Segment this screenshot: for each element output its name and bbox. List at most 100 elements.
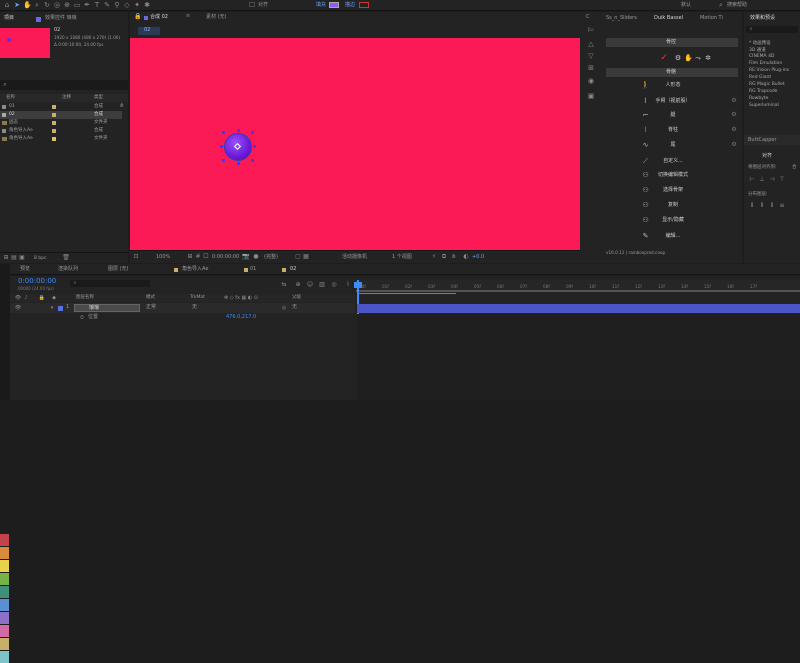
effects-category[interactable]: Red Giant xyxy=(749,75,771,80)
text-tool-icon[interactable]: T xyxy=(93,1,101,9)
duik-button-duplicate[interactable]: ⚇ 复制 xyxy=(608,200,738,210)
rectangle-tool-icon[interactable]: ▭ xyxy=(73,1,81,9)
tab-comp-01[interactable]: 01 xyxy=(250,265,256,274)
graph-editor-icon[interactable]: ⌇ xyxy=(344,281,352,289)
exposure-value[interactable]: +0.0 xyxy=(472,253,484,262)
bounding-box-handle[interactable] xyxy=(251,159,254,162)
duik-button-custom[interactable]: ⟋ 自定义... xyxy=(608,156,738,166)
tab-composition[interactable]: 合成 02 xyxy=(150,13,168,22)
duik-button-spine[interactable]: ⦚ 脊柱 ⚙ xyxy=(608,125,738,135)
settings-icon[interactable]: ⚙ xyxy=(730,125,738,135)
bounding-box-handle[interactable] xyxy=(237,129,240,132)
tab-close-icon[interactable]: ≡ xyxy=(186,13,190,19)
align-top-icon[interactable]: ⊤ xyxy=(778,176,786,184)
eye-icon[interactable]: 👁 xyxy=(14,304,22,312)
tab-comp-02[interactable]: 02 xyxy=(290,265,296,274)
bounding-box-handle[interactable] xyxy=(237,162,240,165)
snapshot-icon[interactable]: 📷 xyxy=(242,253,250,261)
expand-arrow-icon[interactable]: ▾ xyxy=(48,304,56,312)
tab-layer[interactable]: 图层 (无) xyxy=(108,265,129,274)
duik-button-tail[interactable]: ∿ 尾 ⚙ xyxy=(608,140,738,150)
stopwatch-icon[interactable]: ⏱ xyxy=(78,314,86,322)
align-left-icon[interactable]: ⊨ xyxy=(587,26,595,34)
arrow-down-icon[interactable]: ▽ xyxy=(587,52,595,60)
project-row[interactable]: 角色导入Ae 文件夹 xyxy=(0,135,122,143)
motion-blur-icon[interactable]: ◎ xyxy=(330,281,338,289)
fill-swatch[interactable] xyxy=(329,2,339,8)
snap-checkbox-icon[interactable]: ☐ xyxy=(248,1,256,9)
rig-tool-icon[interactable]: ✋ xyxy=(684,54,693,62)
project-row[interactable]: 01 合成 xyxy=(0,103,122,111)
duik-button-person[interactable]: 🚶 人形态 xyxy=(608,80,738,90)
project-row[interactable]: 固态 文件夹 xyxy=(0,119,122,127)
workspace-default-label[interactable]: 默认 xyxy=(681,1,691,10)
resolution-dropdown[interactable]: (完整) xyxy=(264,253,278,262)
column-parent[interactable]: 父级 xyxy=(292,294,301,302)
tab-project[interactable]: 项目 xyxy=(4,14,14,23)
tab-effects-presets[interactable]: 效果和预设 xyxy=(750,14,775,23)
layer-duration-bar[interactable] xyxy=(357,304,800,313)
show-channel-icon[interactable]: ● xyxy=(252,253,260,261)
layer-parent-dropdown[interactable]: 无 xyxy=(292,303,297,312)
timeline-search-input[interactable]: ⌕ xyxy=(70,280,150,287)
fast-preview-icon[interactable]: ⚡ xyxy=(430,253,438,261)
duik-button-toggle-edit[interactable]: ⚇ 切换编辑模式 xyxy=(608,170,738,180)
parent-pickwhip-icon[interactable]: ◎ xyxy=(280,304,288,312)
transparency-grid-icon[interactable]: ▦ xyxy=(302,253,310,261)
layer-trkmat-dropdown[interactable]: 无 xyxy=(192,303,197,312)
effects-search-input[interactable]: ⌕ xyxy=(746,26,798,33)
work-area-bar[interactable] xyxy=(356,290,800,292)
search-icon[interactable]: ⌕ xyxy=(717,1,725,9)
duik-button-leg[interactable]: ⌐ 腿 ⚙ xyxy=(608,110,738,120)
bounding-box-handle[interactable] xyxy=(220,145,223,148)
lock-icon[interactable]: 🔒 xyxy=(134,13,142,21)
magnify-icon[interactable]: ⊡ xyxy=(132,253,140,261)
duik-button-visibility[interactable]: ⚇ 显示/隐藏 xyxy=(608,215,738,225)
bounding-box-handle[interactable] xyxy=(222,159,225,162)
tab-align[interactable]: 对齐 xyxy=(762,152,772,161)
grid-icon[interactable]: # xyxy=(194,253,202,261)
safe-margins-icon[interactable]: ⊞ xyxy=(186,253,194,261)
flowchart-icon[interactable]: ⋔ xyxy=(450,253,458,261)
rotate-tool-icon[interactable]: ↻ xyxy=(43,1,51,9)
label-swatch[interactable] xyxy=(0,612,9,624)
align-right-icon[interactable]: ⊣ xyxy=(768,176,776,184)
settings-icon[interactable]: ⚙ xyxy=(730,140,738,150)
effects-category[interactable]: RG Magic Bullet xyxy=(749,82,785,87)
fill-label[interactable]: 填充 xyxy=(316,1,326,10)
column-type[interactable]: 类型 xyxy=(94,94,103,102)
brush-tool-icon[interactable]: ✎ xyxy=(103,1,111,9)
tab-sliders[interactable]: Ss_n_Sliders xyxy=(606,14,637,23)
distribute-left-icon[interactable]: ⫴ xyxy=(748,202,756,210)
new-folder-icon[interactable]: ▤ xyxy=(10,254,18,262)
effects-category[interactable]: CINEMA 4D xyxy=(749,54,774,59)
column-mode[interactable]: 模式 xyxy=(146,294,155,302)
label-swatch[interactable] xyxy=(0,573,9,585)
pen-tool-icon[interactable]: ✒ xyxy=(83,1,91,9)
settings-icon[interactable]: ⚙ xyxy=(730,96,738,106)
roto-tool-icon[interactable]: ✦ xyxy=(133,1,141,9)
distribute-center-icon[interactable]: ⫴ xyxy=(758,202,766,210)
effects-category[interactable]: Rowbyte xyxy=(749,96,768,101)
bounding-box-handle[interactable] xyxy=(251,131,254,134)
column-layer-name[interactable]: 图层名称 xyxy=(76,294,94,302)
duik-button-arm[interactable]: ⌇ 手臂（视前股） ⚙ xyxy=(608,96,738,106)
label-swatch[interactable] xyxy=(0,560,9,572)
snap-label[interactable]: 对齐 xyxy=(258,1,268,10)
layer-mode-dropdown[interactable]: 正常 xyxy=(146,303,156,312)
camera-tool-icon[interactable]: ◎ xyxy=(53,1,61,9)
stroke-swatch[interactable] xyxy=(359,2,369,8)
align-left-icon[interactable]: ⊢ xyxy=(748,176,756,184)
zoom-tool-icon[interactable]: ⌕ xyxy=(33,1,41,9)
project-search-input[interactable]: ⌕ xyxy=(0,80,128,90)
bounding-box-handle[interactable] xyxy=(222,131,225,134)
selection-tool-icon[interactable]: ➤ xyxy=(13,1,21,9)
column-trkmat[interactable]: TrkMat xyxy=(190,294,205,302)
effects-category[interactable]: Superluminal xyxy=(749,103,779,108)
stroke-label[interactable]: 描边 xyxy=(345,1,355,10)
controller-tool-icon[interactable]: ✲ xyxy=(704,54,712,62)
new-comp-icon[interactable]: ▣ xyxy=(18,254,26,262)
clone-tool-icon[interactable]: ⚲ xyxy=(113,1,121,9)
breadcrumb-comp[interactable]: 02 xyxy=(144,26,150,35)
tab-footage[interactable]: 素材 (无) xyxy=(206,13,227,22)
